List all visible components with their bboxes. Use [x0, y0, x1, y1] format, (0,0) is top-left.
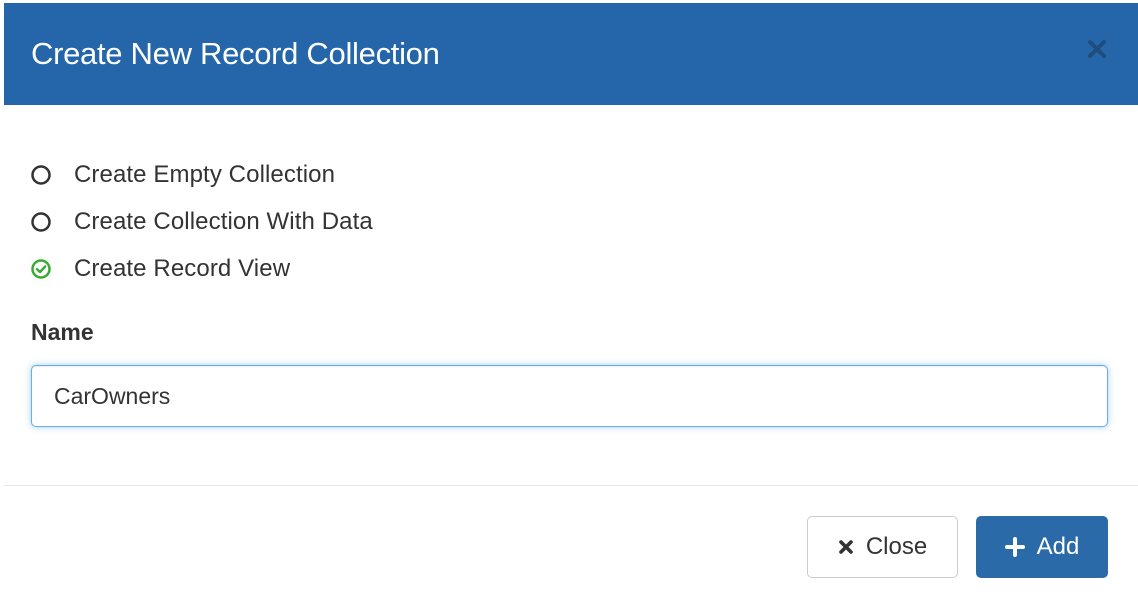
option-create-record-view[interactable]: Create Record View — [30, 246, 373, 292]
create-collection-modal: Create New Record Collection Create Empt… — [0, 0, 1138, 594]
footer-divider — [4, 485, 1138, 486]
close-icon[interactable] — [1086, 38, 1108, 60]
modal-header: Create New Record Collection — [4, 3, 1138, 105]
plus-icon — [1004, 537, 1025, 557]
option-create-collection-with-data[interactable]: Create Collection With Data — [30, 198, 373, 246]
times-icon — [838, 539, 854, 555]
add-button[interactable]: Add — [976, 516, 1108, 578]
option-label: Create Record View — [74, 255, 291, 282]
modal-title: Create New Record Collection — [31, 36, 440, 71]
check-circle-icon[interactable] — [30, 258, 52, 280]
option-label: Create Empty Collection — [74, 161, 336, 188]
name-label: Name — [31, 319, 94, 345]
collection-type-options: Create Empty Collection Create Collectio… — [30, 152, 373, 292]
option-label: Create Collection With Data — [74, 208, 373, 235]
radio-empty-icon[interactable] — [30, 211, 52, 233]
close-button-label: Close — [865, 533, 928, 560]
add-button-label: Add — [1036, 533, 1080, 560]
radio-empty-icon[interactable] — [30, 164, 52, 186]
name-input[interactable] — [31, 365, 1108, 427]
option-create-empty-collection[interactable]: Create Empty Collection — [30, 152, 373, 198]
close-button[interactable]: Close — [807, 516, 958, 578]
